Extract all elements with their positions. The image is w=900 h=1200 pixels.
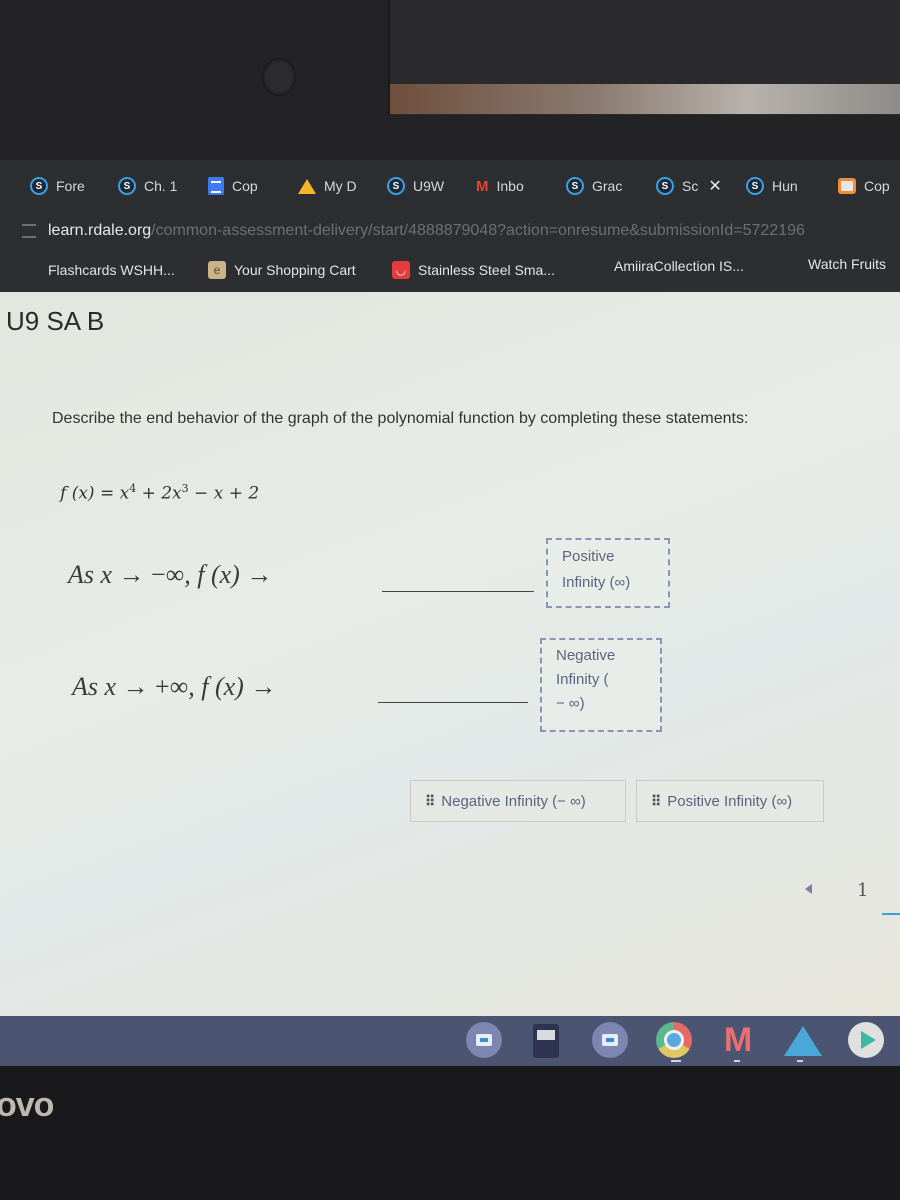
docs-icon xyxy=(208,177,224,195)
laptop-logo: ovo xyxy=(0,1086,54,1124)
tab-label: Sc xyxy=(682,178,699,194)
page-number[interactable]: 1 xyxy=(857,880,868,901)
tab-label: Cop xyxy=(232,178,258,194)
os-shelf xyxy=(0,1016,900,1066)
statement-suffix: , f (x) → xyxy=(188,672,277,701)
choice-label: Positive Infinity (∞) xyxy=(667,792,793,810)
schoology-icon: S xyxy=(30,177,48,195)
statement-prefix: As x xyxy=(68,560,113,589)
placed-answer[interactable]: Infinity ( xyxy=(556,668,650,692)
schoology-icon: S xyxy=(387,177,405,195)
laptop-trim xyxy=(390,84,900,114)
play-store-app-icon[interactable] xyxy=(848,1022,884,1058)
tab-grades[interactable]: S Grac xyxy=(566,168,622,204)
drop-target-negative-x[interactable]: Positive Infinity (∞) xyxy=(546,538,670,608)
bookmark-flashcards[interactable]: Flashcards WSHH... xyxy=(48,258,175,282)
laptop-bezel-bottom xyxy=(0,1066,900,1200)
camera-app-icon[interactable] xyxy=(592,1022,628,1058)
bookmark-label: Flashcards WSHH... xyxy=(48,262,175,278)
tab-inbox[interactable]: M Inbo xyxy=(476,168,524,204)
schoology-icon: S xyxy=(566,177,584,195)
tab-label: Hun xyxy=(772,178,798,194)
limit: −∞ xyxy=(151,560,185,589)
equation-lhs: f (x) = x xyxy=(60,483,130,504)
page-title: U9 SA B xyxy=(6,306,105,336)
previous-page-icon[interactable] xyxy=(805,884,812,894)
statement-positive-x: As x → +∞, f (x) → xyxy=(72,672,276,702)
bookmark-watch-fruits[interactable]: Watch Fruits xyxy=(808,252,886,276)
camera-app-icon[interactable] xyxy=(466,1022,502,1058)
drag-handle-icon[interactable]: ⠿ xyxy=(651,793,661,810)
cart-site-icon: e xyxy=(208,261,226,279)
tab-label: Cop xyxy=(864,178,890,194)
schoology-icon: S xyxy=(118,177,136,195)
choice-positive-infinity[interactable]: ⠿ Positive Infinity (∞) xyxy=(636,780,824,822)
assessment-page xyxy=(0,292,900,1018)
bookmark-label: Your Shopping Cart xyxy=(234,262,356,278)
url-field[interactable]: learn.rdale.org/common-assessment-delive… xyxy=(48,222,805,240)
running-indicator xyxy=(734,1060,740,1062)
tab-u9w[interactable]: S U9W xyxy=(387,168,444,204)
close-tab-icon[interactable]: ✕ xyxy=(708,176,721,196)
slides-icon xyxy=(838,178,856,194)
bookmark-label: Stainless Steel Sma... xyxy=(418,262,555,278)
bookmark-amiira[interactable]: AmiiraCollection IS... xyxy=(614,254,744,278)
calculator-app-icon[interactable] xyxy=(533,1024,559,1058)
site-info-icon[interactable] xyxy=(22,224,36,238)
choice-label: Negative Infinity (− ∞) xyxy=(441,792,586,810)
chrome-app-icon[interactable] xyxy=(656,1022,692,1058)
bookmark-stainless-steel[interactable]: ◡ Stainless Steel Sma... xyxy=(392,258,555,282)
schoology-icon: S xyxy=(656,177,674,195)
bookmark-label: AmiiraCollection IS... xyxy=(614,258,744,274)
drive-app-icon[interactable] xyxy=(784,1026,822,1056)
tab-label: Fore xyxy=(56,178,85,194)
choice-negative-infinity[interactable]: ⠿ Negative Infinity (− ∞) xyxy=(410,780,626,822)
limit: +∞ xyxy=(155,672,189,701)
statement-prefix: As x xyxy=(72,672,117,701)
bookmark-shopping-cart[interactable]: e Your Shopping Cart xyxy=(208,258,356,282)
answer-blank-line xyxy=(378,702,528,703)
tab-label: Inbo xyxy=(496,178,524,194)
gmail-app-icon[interactable]: M xyxy=(718,1021,758,1059)
steel-site-icon: ◡ xyxy=(392,261,410,279)
drag-handle-icon[interactable]: ⠿ xyxy=(425,793,435,810)
current-page-indicator xyxy=(882,913,900,915)
gmail-icon: M xyxy=(476,177,489,195)
statement-suffix: , f (x) → xyxy=(184,560,273,589)
running-indicator xyxy=(671,1060,681,1062)
schoology-icon: S xyxy=(746,177,764,195)
running-indicator xyxy=(797,1060,803,1062)
placed-answer[interactable]: Positive xyxy=(562,544,658,570)
placed-answer[interactable]: − ∞) xyxy=(556,692,650,716)
tab-fore[interactable]: S Fore xyxy=(30,168,85,204)
placed-answer[interactable]: Infinity (∞) xyxy=(562,570,658,596)
tab-my-drive[interactable]: My D xyxy=(298,168,357,204)
url-host: learn.rdale.org xyxy=(48,222,152,239)
tab-label: U9W xyxy=(413,178,445,194)
bookmark-label: Watch Fruits xyxy=(808,256,887,272)
answer-blank-line xyxy=(382,591,534,592)
tab-slides-copy[interactable]: Cop xyxy=(838,168,890,204)
equation-term: + 2x xyxy=(136,483,182,504)
url-path: /common-assessment-delivery/start/488887… xyxy=(151,222,805,239)
arrow: → xyxy=(116,672,156,701)
tab-active-assessment[interactable]: S Sc ✕ xyxy=(656,168,722,204)
tab-ch1[interactable]: S Ch. 1 xyxy=(118,168,177,204)
polynomial-equation: f (x) = x4 + 2x3 − x + 2 xyxy=(60,482,259,504)
tab-hun[interactable]: S Hun xyxy=(746,168,798,204)
statement-negative-x: As x → −∞, f (x) → xyxy=(68,560,272,590)
tab-label: My D xyxy=(324,178,357,194)
drop-target-positive-x[interactable]: Negative Infinity ( − ∞) xyxy=(540,638,662,732)
arrow: → xyxy=(112,560,152,589)
placed-answer[interactable]: Negative xyxy=(556,644,650,668)
webcam-icon xyxy=(262,58,296,96)
tab-docs-copy[interactable]: Cop xyxy=(208,168,258,204)
drive-icon xyxy=(298,178,316,194)
equation-term: − x + 2 xyxy=(188,483,260,504)
exponent: 3 xyxy=(181,482,189,495)
tab-label: Ch. 1 xyxy=(144,178,178,194)
question-prompt: Describe the end behavior of the graph o… xyxy=(52,410,749,427)
tab-label: Grac xyxy=(592,178,623,194)
